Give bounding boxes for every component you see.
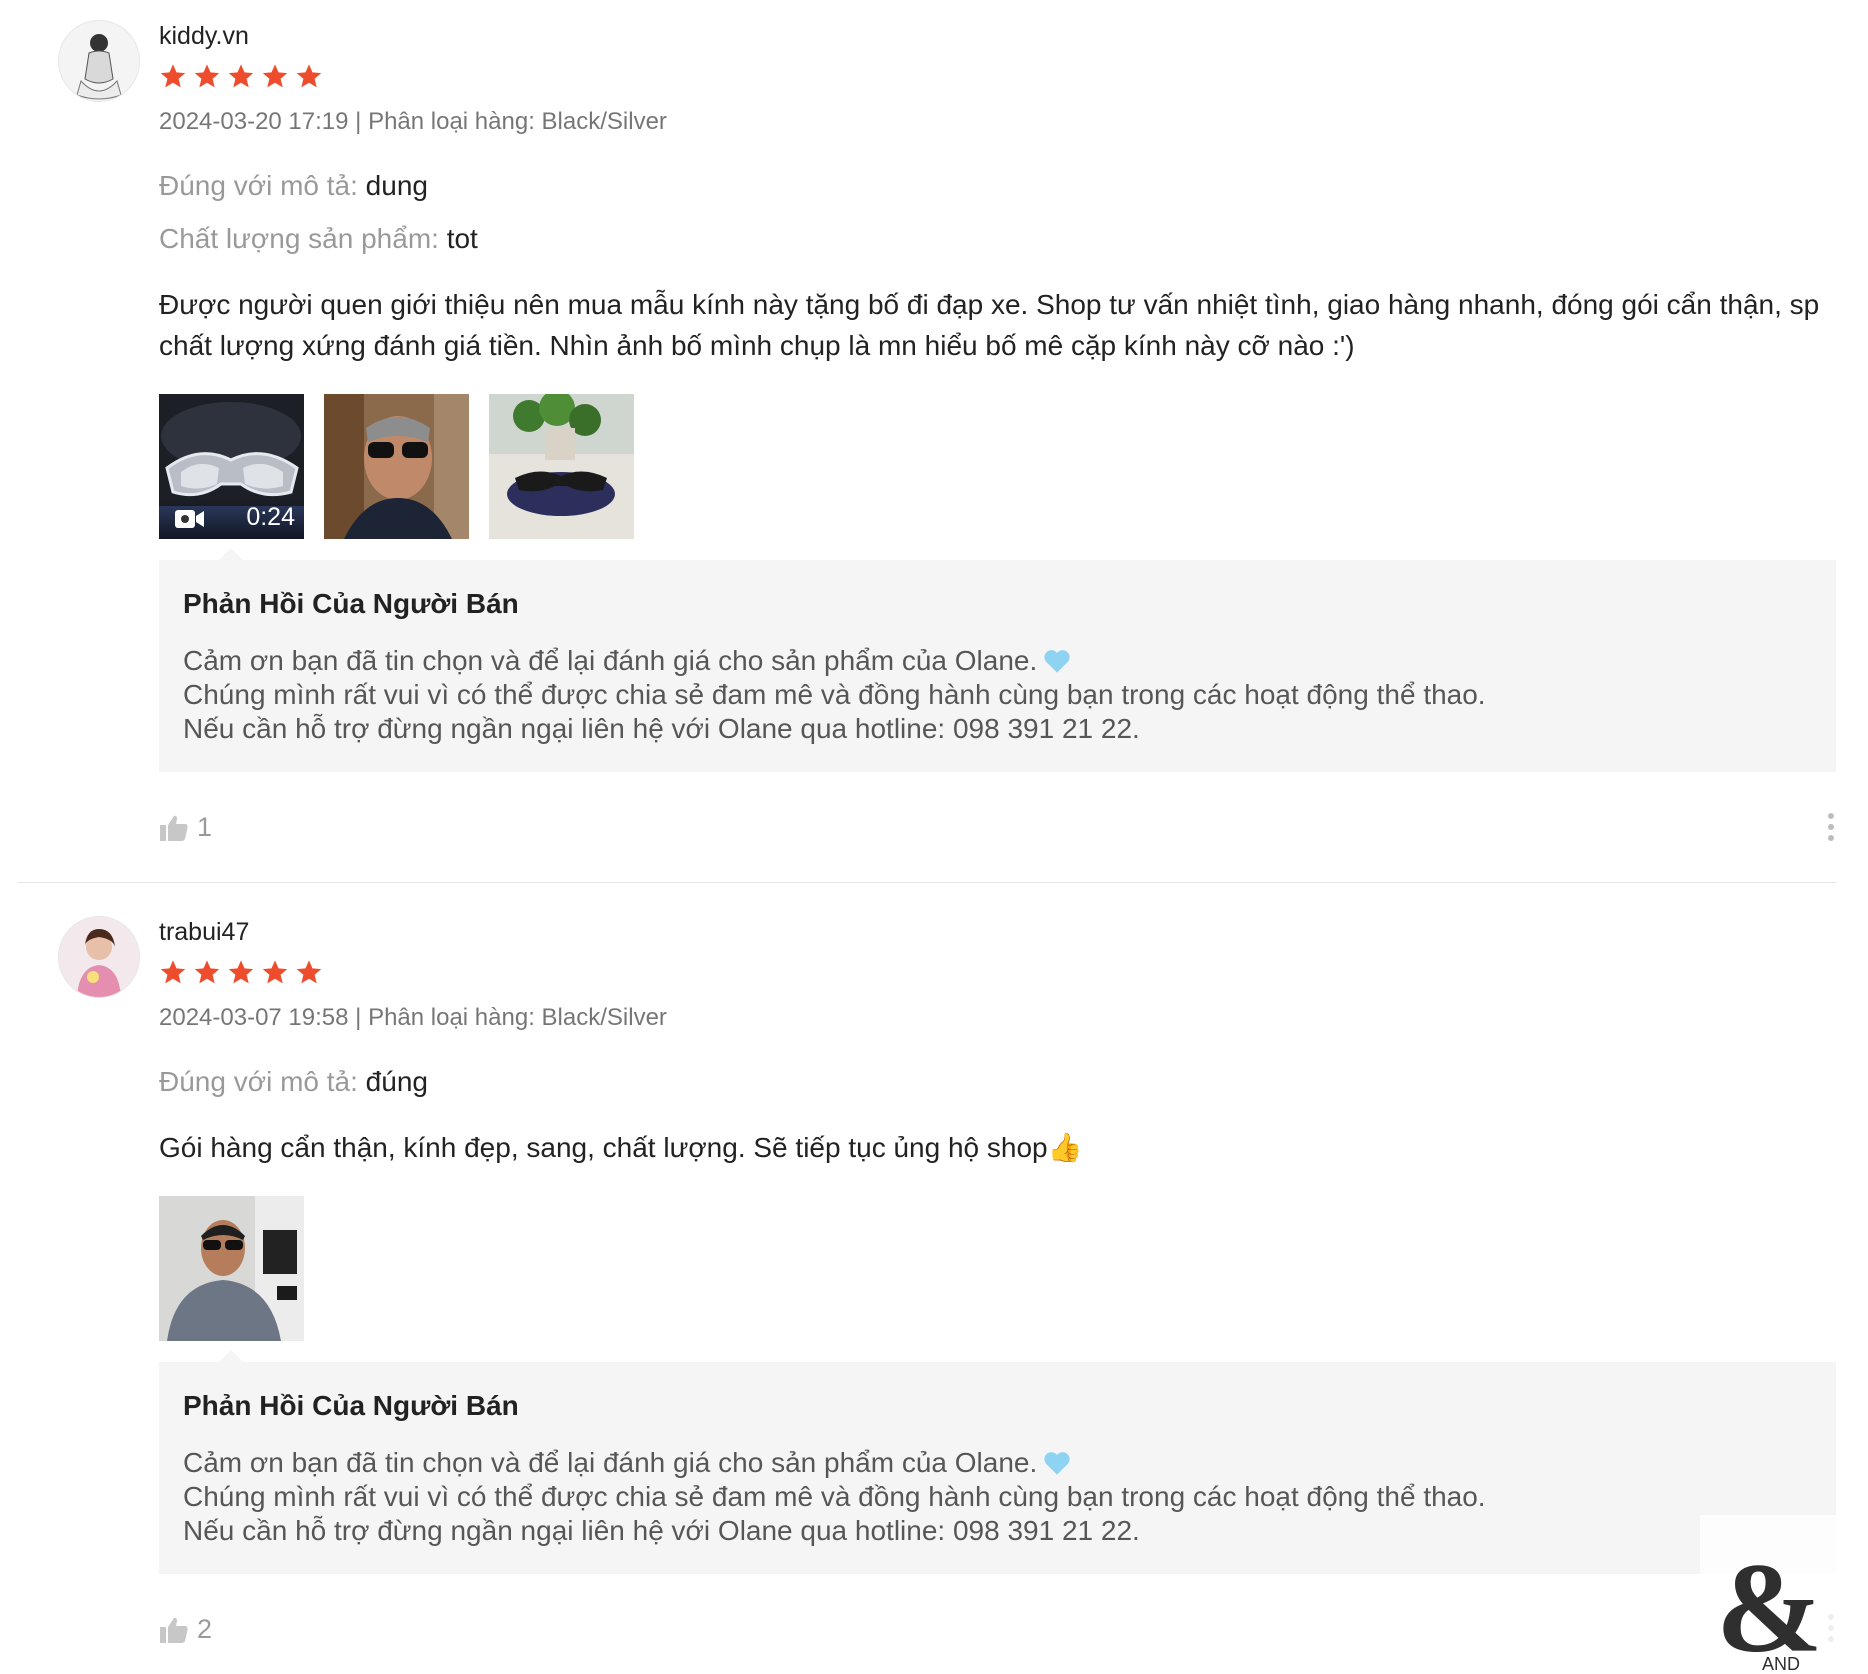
review-meta: 2024-03-20 17:19 | Phân loại hàng: Black… — [159, 108, 667, 135]
review-media — [159, 1196, 304, 1341]
light-blue-heart-icon — [1044, 650, 1070, 673]
review-meta: 2024-03-07 19:58 | Phân loại hàng: Black… — [159, 1004, 667, 1031]
more-vertical-icon — [1828, 813, 1834, 819]
video-camera-icon — [175, 510, 204, 528]
seller-reply-line: Cảm ơn bạn đã tin chọn và để lại đánh gi… — [183, 1446, 1812, 1480]
attribute-value: tot — [446, 223, 478, 254]
reply-caret — [219, 1350, 243, 1362]
review-video-thumbnail[interactable]: 0:24 — [159, 394, 304, 539]
star-icon — [296, 64, 322, 88]
more-vertical-icon-dot — [1828, 824, 1834, 830]
seller-reply-line: Nếu cần hỗ trợ đừng ngần ngại liên hệ vớ… — [183, 1515, 1140, 1546]
star-icon — [160, 64, 186, 88]
like-count: 2 — [197, 1614, 213, 1644]
seller-reply-line: Cảm ơn bạn đã tin chọn và để lại đánh gi… — [183, 644, 1812, 678]
svg-text:AND: AND — [1762, 1654, 1800, 1674]
attribute-label: Chất lượng sản phẩm: — [159, 223, 439, 254]
seller-reply-text: Cảm ơn bạn đã tin chọn và để lại đánh gi… — [183, 1447, 1038, 1478]
star-icon — [194, 64, 220, 88]
seller-reply-title: Phản Hồi Của Người Bán — [183, 588, 519, 619]
thumbs-up-icon — [160, 815, 188, 841]
review-attribute: Đúng với mô tả: dung — [159, 170, 428, 202]
review-comment: Gói hàng cẩn thận, kính đẹp, sang, chất … — [159, 1132, 1083, 1163]
review-image-thumbnail[interactable] — [324, 394, 469, 539]
attribute-value: đúng — [365, 1066, 428, 1097]
light-blue-heart-icon — [1044, 1452, 1070, 1475]
review-media: 0:24 — [159, 394, 634, 539]
review-attribute: Chất lượng sản phẩm: tot — [159, 223, 478, 255]
star-icon — [228, 960, 254, 984]
thumbs-up-icon — [160, 1617, 188, 1643]
attribute-label: Đúng với mô tả: — [159, 1066, 358, 1097]
more-options-button[interactable] — [1826, 813, 1836, 841]
star-icon — [262, 960, 288, 984]
star-icon — [160, 960, 186, 984]
reply-caret — [219, 548, 243, 560]
user-avatar[interactable] — [58, 20, 140, 102]
user-avatar[interactable] — [58, 916, 140, 998]
star-icon — [262, 64, 288, 88]
seller-reply-line: Chúng mình rất vui vì có thể được chia s… — [183, 679, 1486, 710]
review-divider — [18, 882, 1836, 883]
review-item: trabui47 2024-03-07 19:58 | Phân loại hà… — [0, 896, 1868, 1674]
review-attribute: Đúng với mô tả: đúng — [159, 1066, 428, 1098]
video-duration: 0:24 — [246, 503, 295, 531]
star-icon — [296, 960, 322, 984]
attribute-label: Đúng với mô tả: — [159, 170, 358, 201]
more-vertical-icon-dot — [1828, 835, 1834, 841]
rating-stars — [159, 62, 323, 90]
seller-reply-title: Phản Hồi Của Người Bán — [183, 1390, 519, 1421]
review-item: kiddy.vn 2024-03-20 17:19 | Phân loại hà… — [0, 0, 1868, 880]
seller-reply: Phản Hồi Của Người Bán Cảm ơn bạn đã tin… — [159, 560, 1836, 772]
star-icon — [194, 960, 220, 984]
seller-reply-line: Nếu cần hỗ trợ đừng ngần ngại liên hệ vớ… — [183, 713, 1140, 744]
seller-reply: Phản Hồi Của Người Bán Cảm ơn bạn đã tin… — [159, 1362, 1836, 1574]
like-count: 1 — [197, 812, 213, 842]
review-comment: Được người quen giới thiệu nên mua mẫu k… — [159, 289, 1820, 361]
seller-reply-text: Cảm ơn bạn đã tin chọn và để lại đánh gi… — [183, 645, 1038, 676]
watermark-logo: & AND — [1700, 1515, 1868, 1674]
review-username[interactable]: trabui47 — [159, 918, 249, 947]
attribute-value: dung — [365, 170, 428, 201]
star-icon — [228, 64, 254, 88]
review-username[interactable]: kiddy.vn — [159, 22, 249, 51]
review-image-thumbnail[interactable] — [159, 1196, 304, 1341]
review-image-thumbnail[interactable] — [489, 394, 634, 539]
rating-stars — [159, 958, 323, 986]
seller-reply-line: Chúng mình rất vui vì có thể được chia s… — [183, 1481, 1486, 1512]
like-button[interactable]: 2 — [159, 1614, 212, 1645]
like-button[interactable]: 1 — [159, 812, 212, 843]
